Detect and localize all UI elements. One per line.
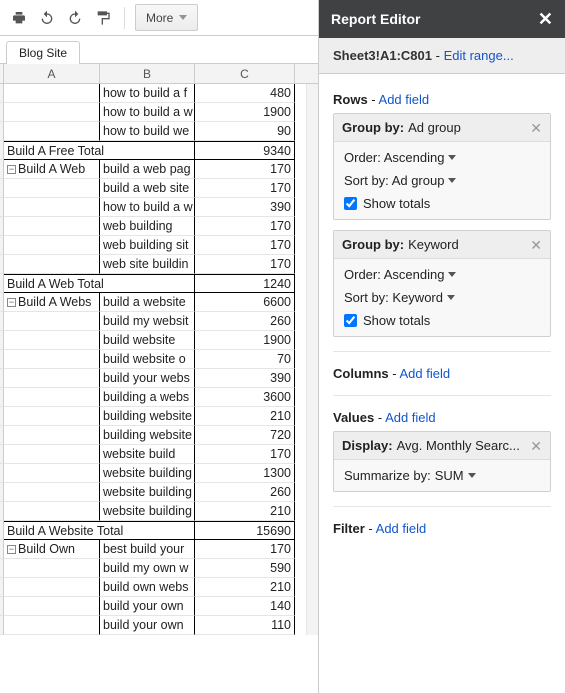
display-value: Avg. Monthly Searc...	[397, 438, 520, 453]
collapse-icon[interactable]: −	[7, 165, 16, 174]
values-section: Values - Add field	[333, 410, 551, 425]
table-row[interactable]: −Build A Webbuild a web pag170	[0, 160, 318, 179]
table-row[interactable]: build your webs390	[0, 369, 318, 388]
values-card: Display: Avg. Monthly Searc... ✕ Summari…	[333, 431, 551, 492]
table-row[interactable]: building a webs3600	[0, 388, 318, 407]
remove-group-icon[interactable]: ✕	[530, 121, 542, 135]
table-row[interactable]: how to build a f480	[0, 84, 318, 103]
col-header-b[interactable]: B	[100, 64, 195, 83]
group-card: Group by: Keyword✕Order: AscendingSort b…	[333, 230, 551, 337]
chevron-down-icon	[179, 15, 187, 20]
more-button[interactable]: More	[135, 4, 198, 31]
print-icon[interactable]	[8, 7, 30, 29]
table-row[interactable]: build your own140	[0, 597, 318, 616]
chevron-down-icon	[448, 272, 456, 277]
chevron-down-icon	[448, 178, 456, 183]
range-bar: Sheet3!A1:C801 - Edit range...	[319, 38, 565, 74]
order-dropdown[interactable]: Order: Ascending	[344, 267, 540, 282]
col-header-c[interactable]: C	[195, 64, 295, 83]
report-editor-header: Report Editor ✕	[319, 0, 565, 38]
remove-value-icon[interactable]: ✕	[530, 439, 542, 453]
redo-icon[interactable]	[64, 7, 86, 29]
table-row[interactable]: website building210	[0, 502, 318, 521]
table-row[interactable]: Build A Free Total9340	[0, 141, 318, 160]
sort-dropdown[interactable]: Sort by: Ad group	[344, 173, 540, 188]
remove-group-icon[interactable]: ✕	[530, 238, 542, 252]
filter-section: Filter - Add field	[333, 521, 551, 536]
close-icon[interactable]: ✕	[538, 9, 553, 30]
filter-add-field[interactable]: Add field	[376, 521, 427, 536]
table-row[interactable]: building website720	[0, 426, 318, 445]
table-row[interactable]: −Build Ownbest build your170	[0, 540, 318, 559]
columns-add-field[interactable]: Add field	[399, 366, 450, 381]
table-row[interactable]: building website210	[0, 407, 318, 426]
summarize-dropdown[interactable]: Summarize by: SUM	[344, 468, 540, 483]
range-text: Sheet3!A1:C801	[333, 48, 432, 63]
table-row[interactable]: web building170	[0, 217, 318, 236]
table-row[interactable]: website building1300	[0, 464, 318, 483]
table-row[interactable]: website build170	[0, 445, 318, 464]
values-add-field[interactable]: Add field	[385, 410, 436, 425]
sort-dropdown[interactable]: Sort by: Keyword	[344, 290, 540, 305]
display-label: Display:	[342, 438, 393, 453]
table-row[interactable]: website building260	[0, 483, 318, 502]
paint-format-icon[interactable]	[92, 7, 114, 29]
rows-section: Rows - Add field	[333, 92, 551, 107]
table-row[interactable]: build my websit260	[0, 312, 318, 331]
chevron-down-icon	[468, 473, 476, 478]
table-row[interactable]: how to build we90	[0, 122, 318, 141]
more-label: More	[146, 11, 173, 25]
table-row[interactable]: web building sit170	[0, 236, 318, 255]
table-row[interactable]: −Build A Websbuild a website6600	[0, 293, 318, 312]
show-totals-checkbox[interactable]: Show totals	[344, 313, 540, 328]
table-row[interactable]: build your own110	[0, 616, 318, 635]
collapse-icon[interactable]: −	[7, 298, 16, 307]
report-editor-title: Report Editor	[331, 11, 420, 27]
chevron-down-icon	[447, 295, 455, 300]
chevron-down-icon	[448, 155, 456, 160]
collapse-icon[interactable]: −	[7, 545, 16, 554]
rows-add-field[interactable]: Add field	[379, 92, 430, 107]
table-row[interactable]: build website1900	[0, 331, 318, 350]
show-totals-checkbox[interactable]: Show totals	[344, 196, 540, 211]
report-editor-panel: Report Editor ✕ Sheet3!A1:C801 - Edit ra…	[319, 0, 565, 693]
tab-blog-site[interactable]: Blog Site	[6, 41, 80, 64]
edit-range-link[interactable]: Edit range...	[444, 48, 514, 63]
vertical-scrollbar[interactable]	[306, 84, 318, 635]
table-row[interactable]: Build A Web Total1240	[0, 274, 318, 293]
table-row[interactable]: build a web site170	[0, 179, 318, 198]
toolbar-separator	[124, 7, 125, 29]
table-row[interactable]: web site buildin170	[0, 255, 318, 274]
table-row[interactable]: how to build a w1900	[0, 103, 318, 122]
sheet-tabs: Blog Site	[0, 36, 318, 64]
table-row[interactable]: how to build a w390	[0, 198, 318, 217]
table-row[interactable]: build own webs210	[0, 578, 318, 597]
columns-section: Columns - Add field	[333, 366, 551, 381]
table-row[interactable]: Build A Website Total15690	[0, 521, 318, 540]
toolbar: More	[0, 0, 318, 36]
order-dropdown[interactable]: Order: Ascending	[344, 150, 540, 165]
group-card: Group by: Ad group✕Order: AscendingSort …	[333, 113, 551, 220]
col-header-a[interactable]: A	[4, 64, 100, 83]
spreadsheet-grid[interactable]: A B C how to build a f480how to build a …	[0, 64, 318, 693]
table-row[interactable]: build my own w590	[0, 559, 318, 578]
table-row[interactable]: build website o70	[0, 350, 318, 369]
undo-icon[interactable]	[36, 7, 58, 29]
